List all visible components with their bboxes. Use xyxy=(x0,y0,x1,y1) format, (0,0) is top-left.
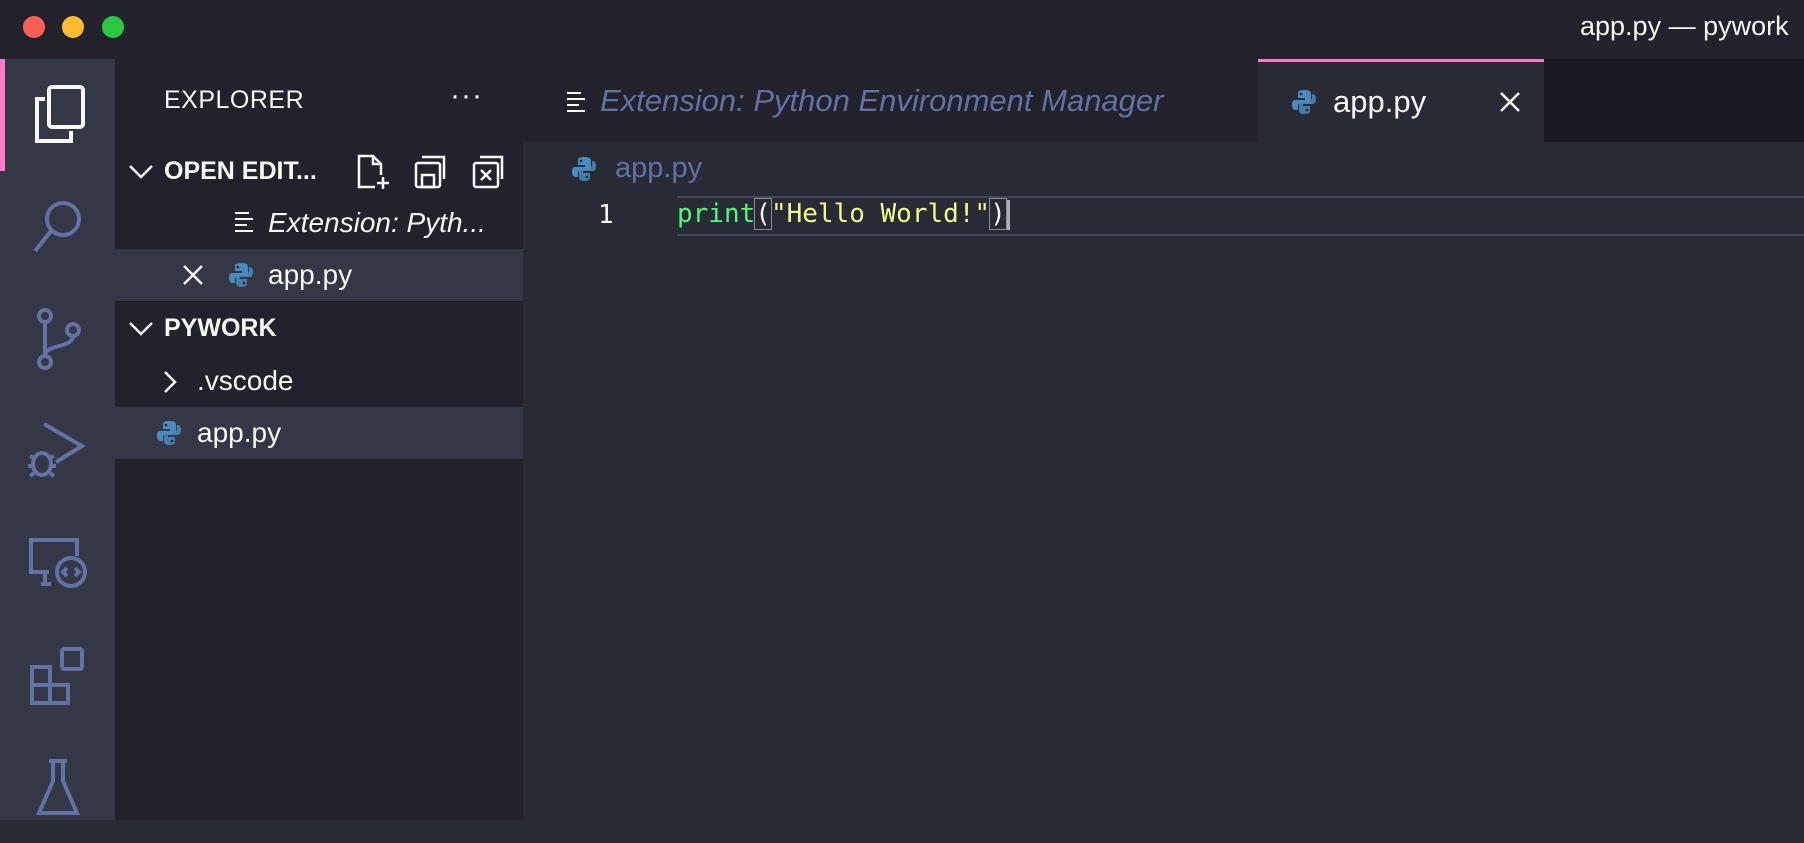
remote-explorer-icon xyxy=(28,538,87,588)
title-bar: app.py — pywork xyxy=(0,0,1804,59)
python-icon xyxy=(1292,90,1316,114)
tab-label: Extension: Python Environment Manager xyxy=(600,82,1164,118)
preview-icon xyxy=(567,92,585,112)
preview-icon xyxy=(235,212,253,232)
text-cursor xyxy=(1006,199,1010,230)
extensions-activity-button[interactable] xyxy=(0,619,115,731)
code-token-bracket: ( xyxy=(754,198,772,230)
tab-app-py[interactable]: app.py xyxy=(1258,59,1544,142)
workspace-section-header[interactable]: PYWORK xyxy=(115,302,523,354)
tree-item-label: app.py xyxy=(197,417,282,448)
tab-label: app.py xyxy=(1333,84,1427,119)
explorer-more-actions-button[interactable]: ··· xyxy=(450,79,483,113)
code-line[interactable]: print("Hello World!") xyxy=(677,198,1010,230)
editor-tab-bar: Extension: Python Environment Manager ap… xyxy=(523,59,1804,142)
code-editor[interactable]: 1 print("Hello World!") xyxy=(523,196,1804,820)
activity-bar xyxy=(0,59,115,820)
close-all-editors-icon[interactable] xyxy=(471,153,507,191)
source-control-icon xyxy=(36,308,81,370)
code-token-string: "Hello World!" xyxy=(770,199,991,229)
tree-item-file[interactable]: app.py xyxy=(115,407,523,459)
source-control-activity-button[interactable] xyxy=(0,283,115,395)
chevron-down-icon xyxy=(129,322,153,336)
close-icon[interactable] xyxy=(181,263,205,287)
tree-item-label: .vscode xyxy=(197,365,294,396)
tree-item-folder[interactable]: .vscode xyxy=(115,355,523,407)
chevron-right-icon xyxy=(164,371,177,393)
workspace-label: PYWORK xyxy=(164,313,277,342)
open-editors-label: OPEN EDIT... xyxy=(164,156,317,185)
python-icon xyxy=(157,421,181,445)
python-icon xyxy=(229,263,253,287)
breadcrumb-file[interactable]: app.py xyxy=(615,152,702,185)
minimize-window-button[interactable] xyxy=(62,16,84,38)
open-editor-item[interactable]: Extension: Pyth... xyxy=(115,197,523,249)
testing-icon xyxy=(35,759,80,815)
remote-explorer-activity-button[interactable] xyxy=(0,507,115,619)
line-number: 1 xyxy=(598,200,614,230)
code-token-bracket: ) xyxy=(989,198,1007,230)
breadcrumb: app.py xyxy=(523,142,1804,196)
search-activity-button[interactable] xyxy=(0,171,115,283)
explorer-title: EXPLORER xyxy=(164,86,305,114)
close-window-button[interactable] xyxy=(23,16,45,38)
open-editor-label: Extension: Pyth... xyxy=(268,207,486,238)
open-editors-section-header[interactable]: OPEN EDIT... xyxy=(115,145,523,197)
explorer-sidebar: EXPLORER ··· OPEN EDIT... Extension: Pyt… xyxy=(115,59,523,820)
save-all-icon[interactable] xyxy=(413,153,449,191)
python-icon xyxy=(572,157,596,181)
new-untitled-file-icon[interactable] xyxy=(355,153,391,191)
run-debug-icon xyxy=(27,422,86,478)
run-debug-activity-button[interactable] xyxy=(0,395,115,507)
search-icon xyxy=(32,201,81,253)
window-title: app.py — pywork xyxy=(1580,11,1789,41)
testing-activity-button[interactable] xyxy=(0,731,115,843)
close-icon[interactable] xyxy=(1498,90,1522,114)
open-editor-item[interactable]: app.py xyxy=(115,249,523,301)
code-token-function: print xyxy=(677,199,756,229)
explorer-activity-button[interactable] xyxy=(0,59,115,171)
maximize-window-button[interactable] xyxy=(102,16,124,38)
tab-extension-preview[interactable]: Extension: Python Environment Manager xyxy=(523,59,1258,142)
open-editor-label: app.py xyxy=(268,259,353,290)
chevron-down-icon xyxy=(129,165,153,179)
extensions-icon xyxy=(29,647,84,705)
files-icon xyxy=(35,85,85,143)
